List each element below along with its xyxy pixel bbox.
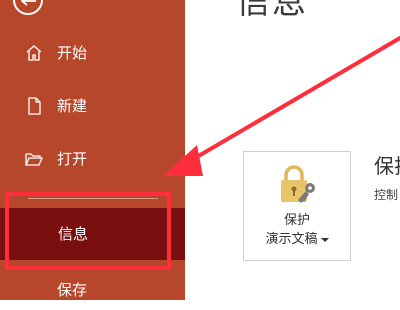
page-title: 信息	[236, 0, 308, 22]
nav-item-label: 打开	[57, 149, 87, 169]
nav-item-label: 保存	[57, 280, 87, 300]
nav-item-open[interactable]: 打开	[0, 139, 185, 179]
annotation-highlight-box	[5, 192, 171, 270]
nav-item-home[interactable]: 开始	[0, 33, 185, 73]
home-icon	[24, 43, 44, 63]
nav-item-label: 开始	[57, 43, 87, 63]
lock-key-icon	[277, 164, 321, 206]
folder-open-icon	[24, 149, 44, 169]
new-document-icon	[24, 96, 44, 116]
chevron-down-icon	[321, 237, 329, 243]
protect-section-title: 保护	[374, 150, 400, 179]
nav-item-new[interactable]: 新建	[0, 86, 185, 126]
protect-button-label-line1: 保护	[244, 209, 350, 228]
nav-item-save[interactable]: 保存	[0, 270, 185, 310]
protect-section-subtitle: 控制	[374, 186, 398, 203]
nav-item-label: 新建	[57, 96, 87, 116]
protect-button-label-line2: 演示文稿	[244, 228, 350, 247]
protect-presentation-button[interactable]: 保护 演示文稿	[243, 151, 351, 261]
back-arrow-icon	[21, 0, 37, 6]
back-button[interactable]	[13, 0, 43, 15]
